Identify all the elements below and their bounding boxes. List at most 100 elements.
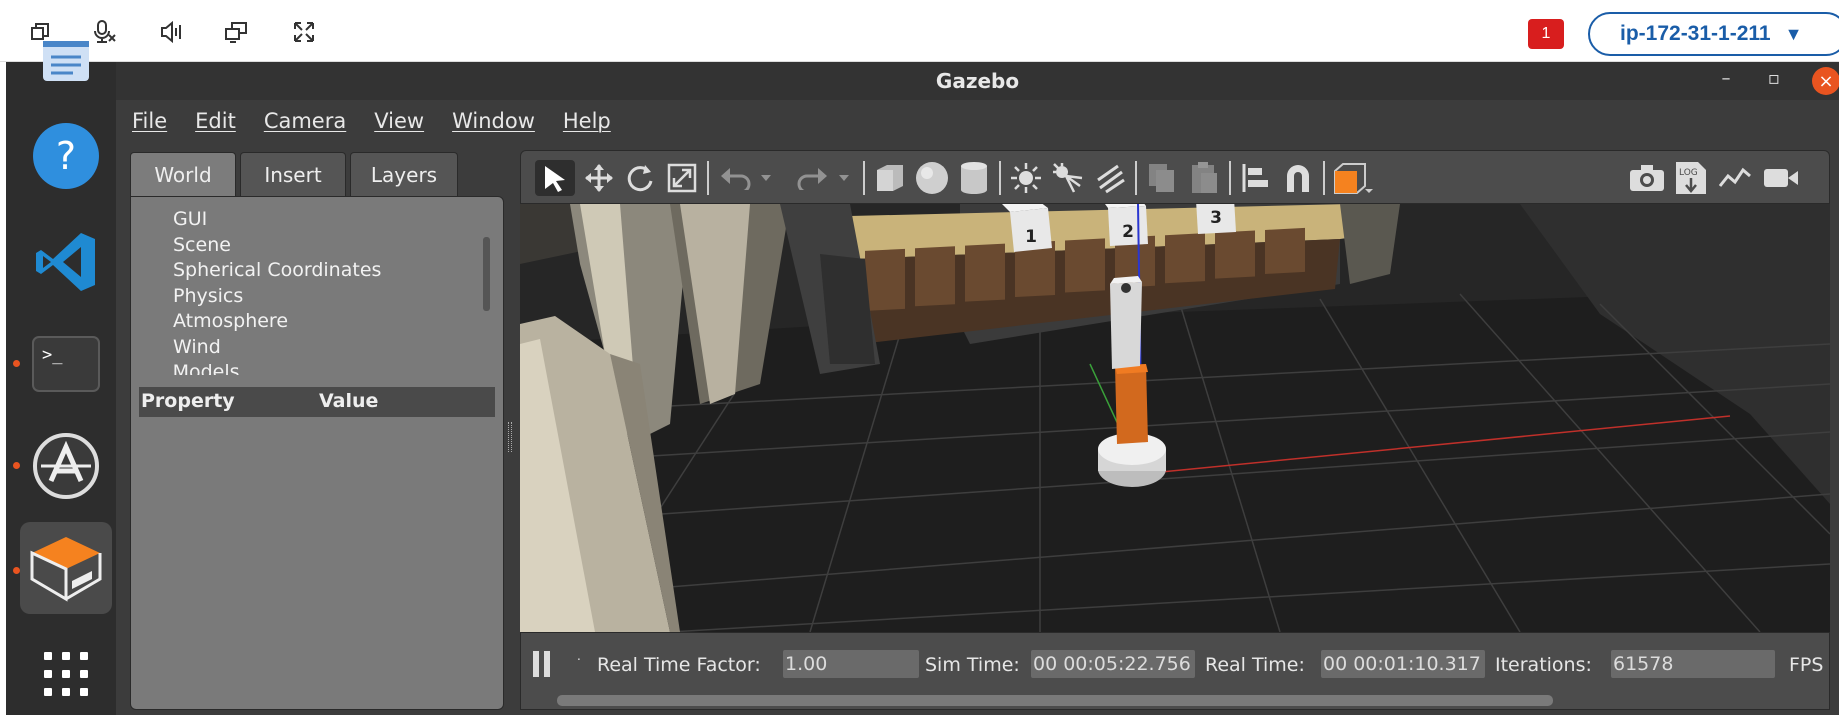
left-panel: World Insert Layers GUI Scene Spherical … bbox=[130, 152, 504, 710]
plot-icon[interactable] bbox=[1715, 160, 1755, 196]
log-icon[interactable]: LOG bbox=[1671, 160, 1711, 196]
real-time-factor-field: 1.00 bbox=[783, 650, 919, 678]
iterations-field: 61578 bbox=[1611, 650, 1775, 678]
align-icon[interactable] bbox=[1237, 160, 1275, 196]
box-1-label: 1 bbox=[1025, 227, 1037, 247]
tree-scrollbar[interactable] bbox=[483, 237, 490, 311]
record-icon[interactable] bbox=[1761, 160, 1801, 196]
help-glyph: ? bbox=[56, 134, 76, 178]
rotate-icon[interactable] bbox=[621, 160, 659, 196]
tab-world[interactable]: World bbox=[130, 152, 236, 196]
menu-file[interactable]: File bbox=[132, 109, 167, 133]
toolbar-separator bbox=[1323, 161, 1325, 195]
minimize-button[interactable]: – bbox=[1714, 68, 1738, 92]
directional-light-icon[interactable] bbox=[1091, 160, 1129, 196]
tree-item-wind[interactable]: Wind bbox=[173, 335, 473, 361]
tree-item-atmosphere[interactable]: Atmosphere bbox=[173, 309, 473, 335]
toolbar-separator bbox=[863, 161, 865, 195]
terminal-glyph: >_ bbox=[42, 345, 63, 365]
real-time-factor-label: Real Time Factor: bbox=[597, 654, 761, 676]
box-3: 3 bbox=[1196, 204, 1236, 234]
toolbar-separator bbox=[1229, 161, 1231, 195]
running-indicator bbox=[13, 360, 20, 367]
menu-bar: File Edit Camera View Window Help bbox=[116, 100, 1839, 142]
tab-insert[interactable]: Insert bbox=[240, 152, 346, 196]
menu-window[interactable]: Window bbox=[452, 109, 535, 133]
software-updater-icon[interactable] bbox=[20, 420, 112, 512]
status-bar: . Real Time Factor: 1.00 Sim Time: 00 00… bbox=[520, 632, 1830, 710]
menu-view[interactable]: View bbox=[374, 109, 424, 133]
host-selector[interactable]: ip-172-31-1-211 ▼ bbox=[1588, 12, 1839, 56]
panel-splitter[interactable] bbox=[508, 422, 512, 452]
window-title: Gazebo bbox=[116, 62, 1839, 100]
scale-icon[interactable] bbox=[663, 160, 701, 196]
terminal-icon[interactable]: >_ bbox=[20, 318, 112, 410]
box-icon[interactable] bbox=[871, 160, 909, 196]
tree-item-physics[interactable]: Physics bbox=[173, 284, 473, 310]
maximize-button[interactable]: ▫ bbox=[1762, 68, 1786, 92]
dock: ? >_ bbox=[0, 41, 116, 715]
menu-camera[interactable]: Camera bbox=[264, 109, 346, 133]
app-grid-icon[interactable] bbox=[20, 628, 112, 715]
spot-light-icon[interactable] bbox=[1049, 160, 1087, 196]
select-icon[interactable] bbox=[535, 160, 575, 196]
notification-badge[interactable]: 1 bbox=[1528, 19, 1564, 49]
status-scrollbar[interactable] bbox=[557, 695, 1553, 706]
chevron-down-icon: ▼ bbox=[1784, 23, 1803, 44]
redo-history-chevron-icon[interactable] bbox=[835, 160, 853, 196]
vscode-icon[interactable] bbox=[20, 216, 112, 308]
toolbar-separator bbox=[707, 161, 709, 195]
box-3-label: 3 bbox=[1210, 208, 1222, 228]
undo-icon[interactable] bbox=[715, 160, 755, 196]
gazebo-icon[interactable] bbox=[20, 522, 112, 614]
menu-edit[interactable]: Edit bbox=[195, 109, 236, 133]
close-button[interactable]: × bbox=[1812, 67, 1839, 95]
running-indicator bbox=[13, 462, 20, 469]
sim-time-label: Sim Time: bbox=[925, 654, 1020, 676]
screenshot-icon[interactable] bbox=[1627, 160, 1667, 196]
tree-item-spherical-coordinates[interactable]: Spherical Coordinates bbox=[173, 258, 473, 284]
toolbar: LOG bbox=[520, 150, 1830, 204]
tab-layers[interactable]: Layers bbox=[350, 152, 458, 196]
fullscreen-icon[interactable] bbox=[290, 18, 318, 46]
monitor-switch-icon[interactable] bbox=[222, 18, 250, 46]
tree-item-gui[interactable]: GUI bbox=[173, 207, 473, 233]
scene-render: 1 2 3 bbox=[520, 204, 1830, 632]
box-2-label: 2 bbox=[1122, 222, 1134, 242]
text-editor-icon[interactable] bbox=[20, 32, 112, 92]
pause-button[interactable] bbox=[533, 651, 555, 679]
toolbar-separator bbox=[1135, 161, 1137, 195]
snap-icon[interactable] bbox=[1279, 160, 1317, 196]
log-text: LOG bbox=[1679, 168, 1698, 178]
real-time-label: Real Time: bbox=[1205, 654, 1305, 676]
help-icon[interactable]: ? bbox=[20, 110, 112, 202]
toolbar-separator bbox=[999, 161, 1001, 195]
value-column-header: Value bbox=[319, 390, 379, 412]
property-column-header: Property bbox=[141, 390, 235, 412]
sim-time-field: 00 00:05:22.756 bbox=[1031, 650, 1195, 678]
3d-viewport[interactable]: 1 2 3 bbox=[520, 204, 1830, 632]
redo-icon[interactable] bbox=[793, 160, 833, 196]
point-light-icon[interactable] bbox=[1007, 160, 1045, 196]
step-dot: . bbox=[577, 649, 581, 663]
host-name: ip-172-31-1-211 bbox=[1620, 22, 1771, 45]
paste-icon[interactable] bbox=[1185, 160, 1223, 196]
world-tree: GUI Scene Spherical Coordinates Physics … bbox=[173, 207, 473, 375]
iterations-label: Iterations: bbox=[1495, 654, 1592, 676]
undo-history-chevron-icon[interactable] bbox=[757, 160, 775, 196]
menu-help[interactable]: Help bbox=[563, 109, 611, 133]
copy-icon[interactable] bbox=[1143, 160, 1181, 196]
tree-item-scene[interactable]: Scene bbox=[173, 233, 473, 259]
running-indicator bbox=[13, 567, 20, 574]
remote-session-bar: 1 ip-172-31-1-211 ▼ bbox=[0, 0, 1839, 62]
world-tree-panel: GUI Scene Spherical Coordinates Physics … bbox=[130, 196, 504, 710]
view-angle-icon[interactable] bbox=[1331, 160, 1379, 196]
cylinder-icon[interactable] bbox=[955, 160, 993, 196]
gazebo-window: Gazebo – ▫ × File Edit Camera View Windo… bbox=[116, 62, 1839, 715]
speaker-icon[interactable] bbox=[158, 18, 186, 46]
property-table-header: Property Value bbox=[139, 387, 495, 417]
tree-item-models[interactable]: ▸ Models bbox=[173, 360, 473, 375]
real-time-field: 00 00:01:10.317 bbox=[1321, 650, 1485, 678]
sphere-icon[interactable] bbox=[913, 160, 951, 196]
translate-icon[interactable] bbox=[581, 160, 617, 196]
